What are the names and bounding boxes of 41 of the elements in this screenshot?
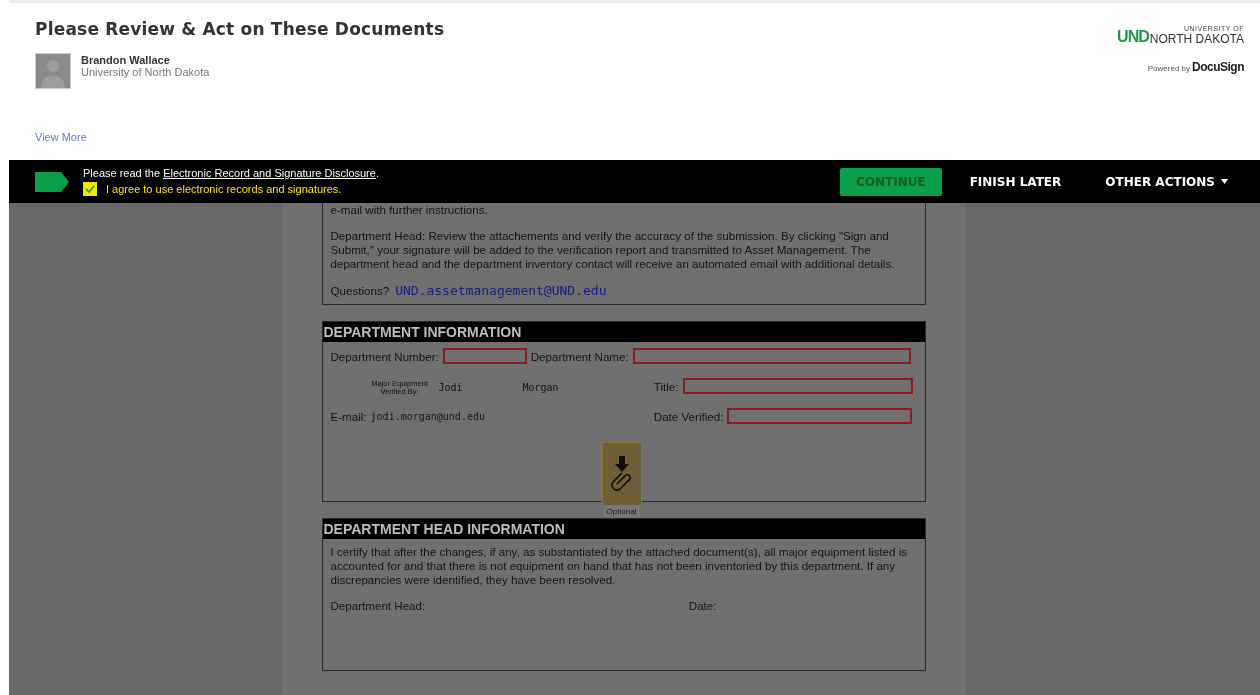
attachment-button[interactable] [601, 442, 642, 506]
disclosure-link[interactable]: Electronic Record and Signature Disclosure [163, 167, 376, 179]
instruction-text: e-mail with further instructions. [330, 203, 489, 217]
section-heading: DEPARTMENT INFORMATION [322, 322, 925, 342]
sender-name: Brandon Wallace [81, 54, 171, 66]
email-value: jodi.morgan@und.edu [370, 410, 485, 422]
brand-name: DocuSign [1192, 60, 1244, 74]
questions-label: Questions? [330, 284, 390, 297]
agree-label: I agree to use electronic records and signatures. [106, 183, 342, 195]
disclosure-notice: Please read the Electronic Record and Signature Disclosure. [83, 167, 380, 179]
download-attachment-icon [610, 454, 633, 494]
last-name-value: Morgan [522, 382, 559, 393]
field-label: Date Verified: [653, 409, 724, 423]
powered-by-text: Powered by [1147, 64, 1190, 73]
date-verified-field[interactable] [727, 408, 913, 424]
field-label: Department Head: [330, 599, 426, 612]
department-name-field[interactable] [632, 348, 911, 364]
instruction-paragraph: Department Head: Review the attachements and verify the accuracy of the submission. By clicking "Sign and Submit," your signature will be added to the verification report and transmitted to Asset Management. The department head and the department inventory contact will receive an automated email with additional details. [330, 229, 896, 271]
field-label: E-mail: [330, 409, 367, 423]
first-name-value: Jodi [438, 382, 464, 393]
sender-organization: University of North Dakota [81, 66, 210, 78]
title-field[interactable] [682, 378, 913, 394]
logo-mark: UND [1117, 28, 1149, 46]
field-label: Title: [653, 379, 679, 393]
agree-checkbox[interactable] [83, 182, 97, 196]
view-more-link[interactable]: View More [35, 131, 445, 143]
optional-caption: Optional [602, 506, 641, 517]
department-number-field[interactable] [442, 348, 527, 364]
field-label: Department Name: [530, 349, 629, 363]
section-heading: DEPARTMENT HEAD INFORMATION [322, 519, 925, 539]
action-button[interactable]: FINISH LATER [953, 167, 1078, 196]
tag-icon [35, 171, 69, 192]
page-title: Please Review & Act on These Documents [35, 19, 445, 39]
caret-icon [1221, 179, 1228, 184]
certification-statement: I certify that after the changes, if any, as substantiated by the attached document(s), all major equipment listed is accounted for and that there is not equipment on hand that has not been inventoried by this department. If any discrepancies were identified, they have been resolved. [330, 545, 909, 587]
field-label: Department Number: [330, 349, 439, 363]
field-label: Date: [688, 599, 717, 612]
menu-button[interactable]: OTHER ACTIONS [1089, 167, 1244, 196]
avatar-icon [35, 53, 71, 89]
logo-text: NORTH DAKOTA [1149, 33, 1244, 46]
contact-email: UND.assetmanagement@UND.edu [395, 283, 607, 298]
